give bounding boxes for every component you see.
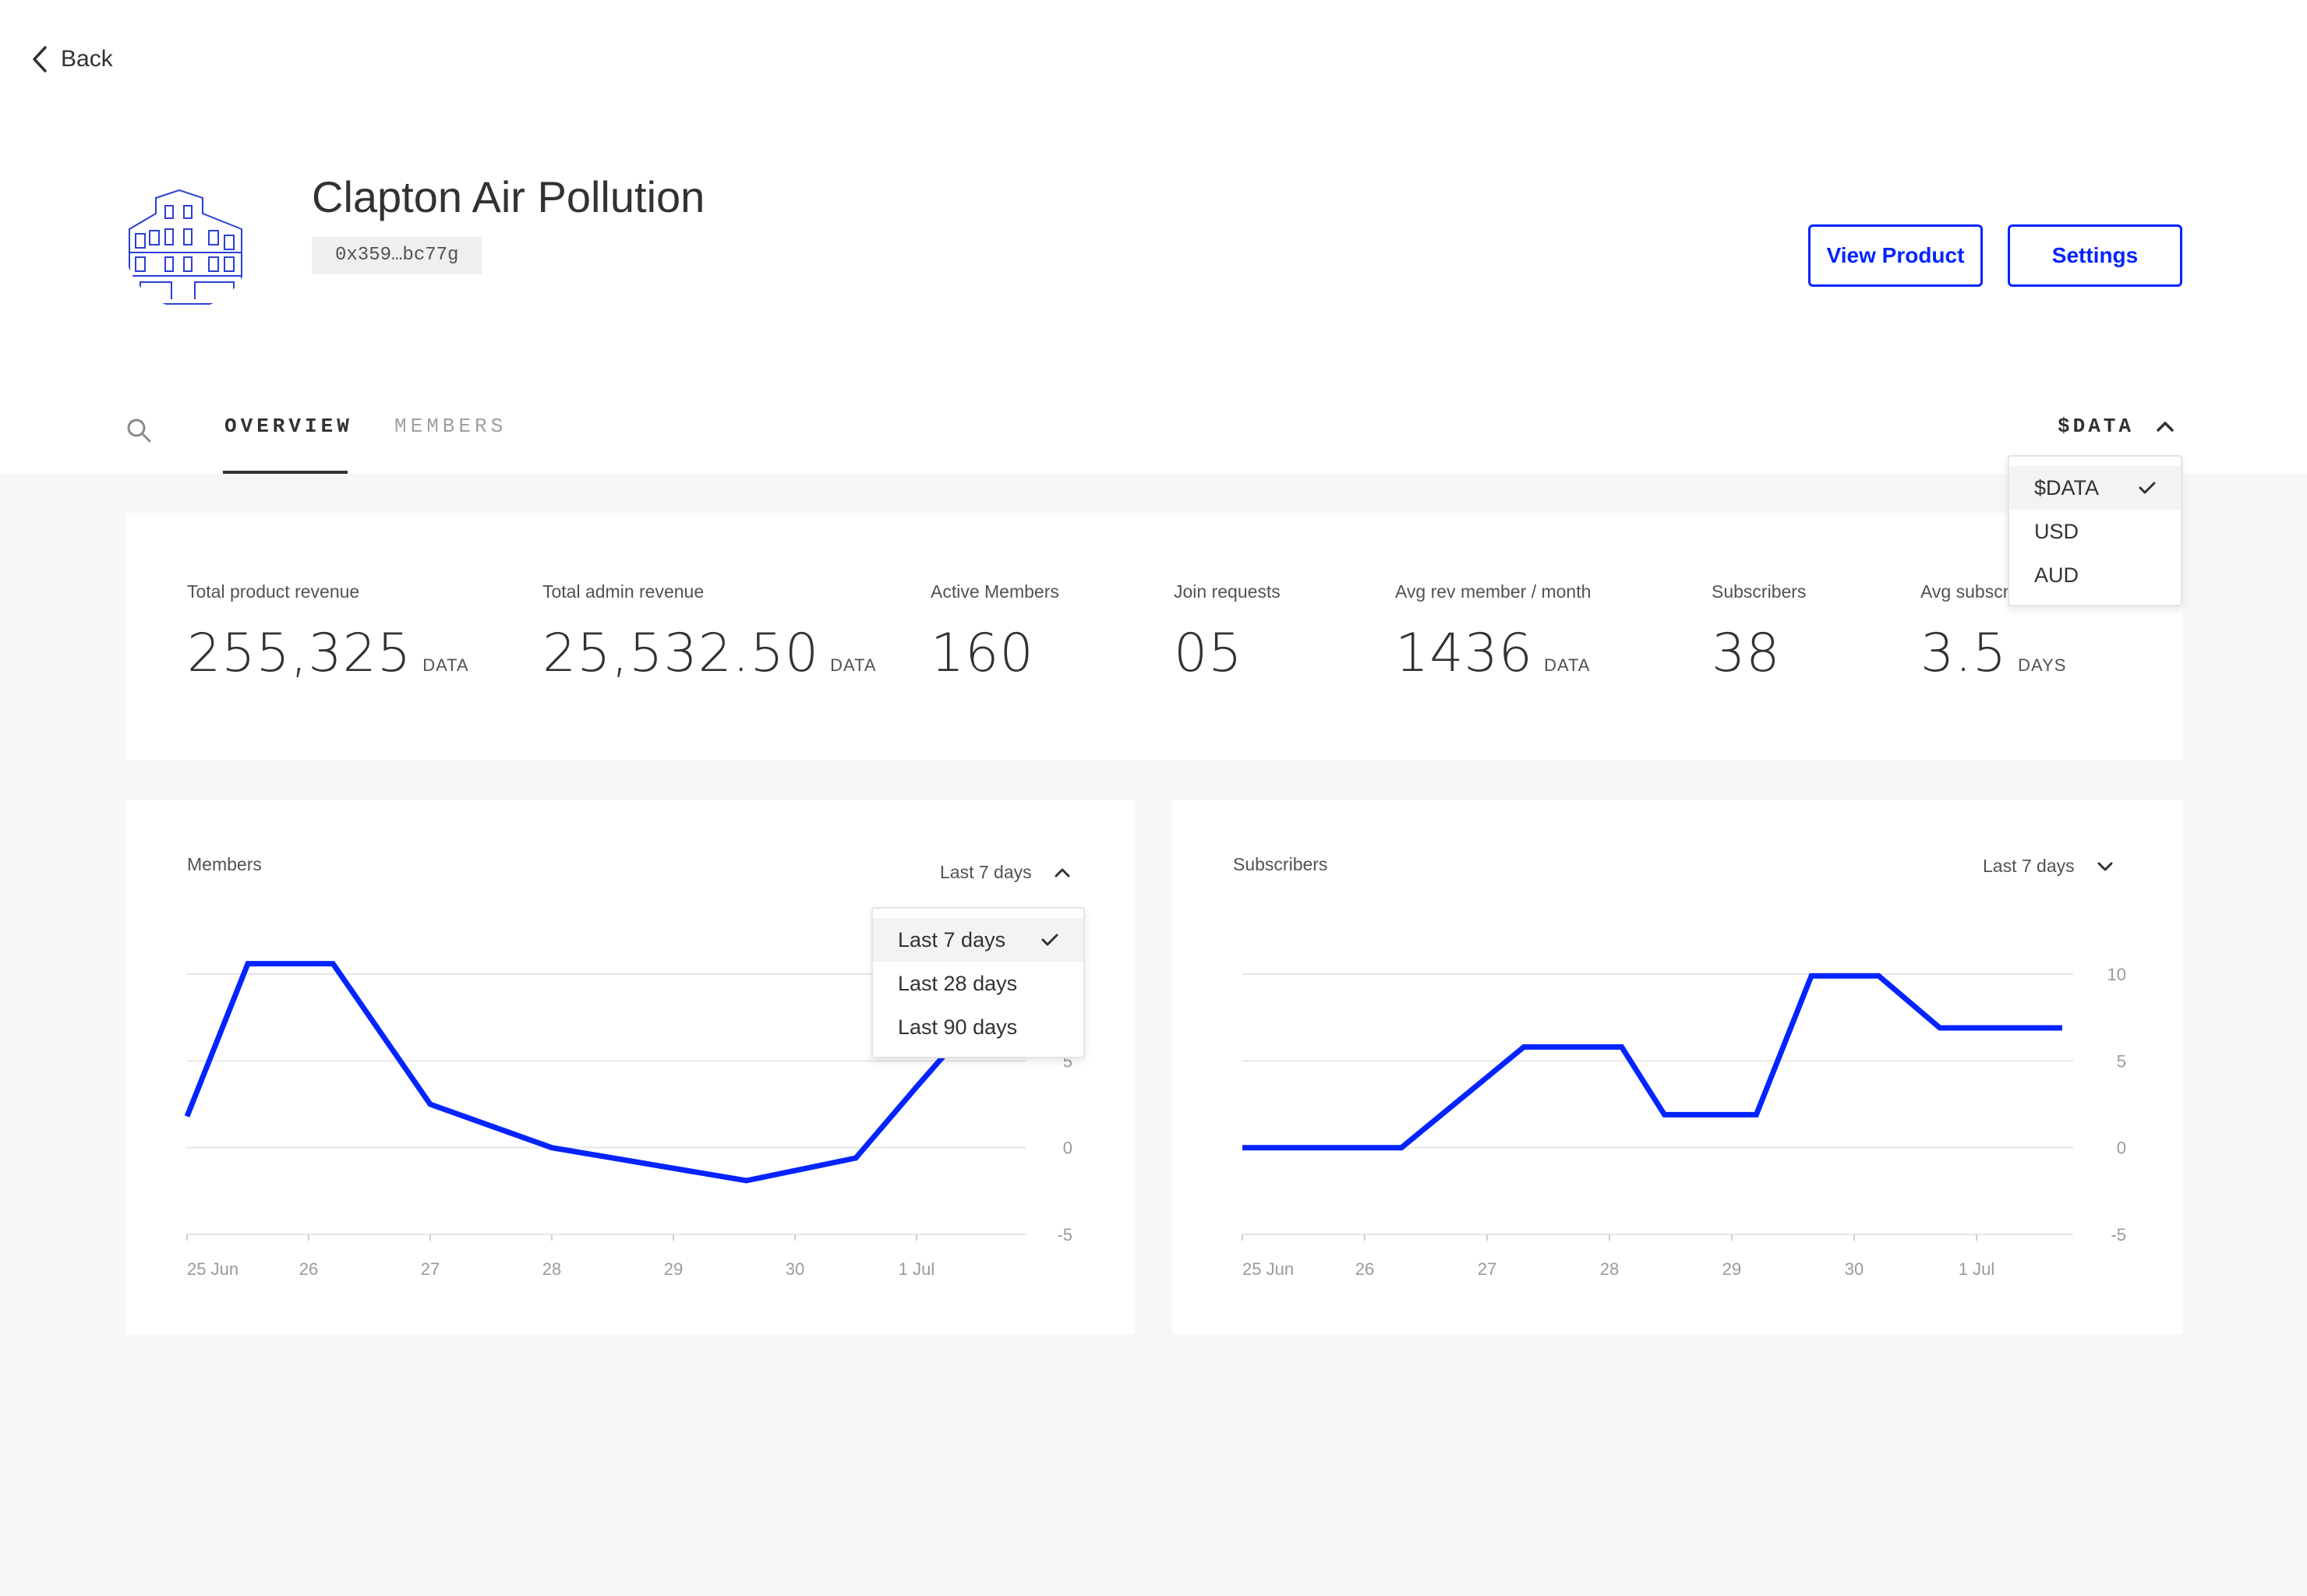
- range-selected-label: Last 7 days: [1983, 856, 2075, 876]
- stat-avg-rev-member: Avg rev member / month 1436 DATA: [1395, 581, 1591, 684]
- chevron-up-icon: [2157, 422, 2174, 432]
- y-tick-label: -5: [1057, 1225, 1072, 1245]
- stat-total-product-revenue: Total product revenue 255,325 DATA: [187, 581, 469, 684]
- range-option-7-days[interactable]: Last 7 days: [873, 918, 1083, 962]
- chevron-down-icon: [2097, 862, 2113, 870]
- checkmark-icon: [1041, 934, 1058, 946]
- option-label: AUD: [2034, 563, 2079, 587]
- x-tick-label: 26: [299, 1259, 318, 1279]
- tab-members[interactable]: MEMBERS: [394, 415, 507, 438]
- stat-label: Active Members: [931, 581, 1059, 602]
- active-tab-indicator: [223, 471, 348, 474]
- stat-join-requests: Join requests 05: [1174, 581, 1281, 684]
- range-selected-label: Last 7 days: [940, 862, 1032, 882]
- y-tick-label: 0: [2117, 1139, 2126, 1158]
- stat-unit: DAYS: [2018, 655, 2067, 675]
- stat-total-admin-revenue: Total admin revenue 25,532.50 DATA: [542, 581, 877, 684]
- stat-unit: DATA: [422, 655, 469, 675]
- currency-selector[interactable]: $DATA: [2058, 415, 2175, 438]
- x-tick-label: 30: [1845, 1259, 1864, 1279]
- currency-option-usd[interactable]: USD: [2009, 510, 2181, 553]
- product-address[interactable]: 0x359…bc77g: [312, 237, 482, 274]
- x-tick-label: 27: [421, 1259, 440, 1279]
- currency-selected-label: $DATA: [2058, 415, 2135, 438]
- back-link[interactable]: Back: [31, 45, 113, 73]
- members-chart-card: 1050-525 Jun26272829301 Jul Members Last…: [126, 800, 1135, 1334]
- stat-value: 1436: [1395, 623, 1534, 684]
- stat-value: 05: [1174, 623, 1243, 684]
- range-option-90-days[interactable]: Last 90 days: [873, 1005, 1083, 1049]
- subscribers-chart: 10 5 0 -5 25 Jun 26 27 28 29 30 1 Jul: [1242, 965, 2126, 1279]
- product-avatar: [125, 182, 251, 309]
- chart-title: Subscribers: [1233, 854, 1328, 874]
- stat-value: 38: [1712, 623, 1781, 684]
- members-range-selector[interactable]: Last 7 days: [940, 862, 1071, 883]
- option-label: Last 28 days: [898, 971, 1018, 995]
- option-label: Last 90 days: [898, 1015, 1018, 1039]
- x-tick-label: 25 Jun: [187, 1259, 238, 1279]
- building-illustration-icon: [125, 189, 251, 305]
- currency-option-aud[interactable]: AUD: [2009, 553, 2181, 597]
- product-title: Clapton Air Pollution: [312, 172, 705, 221]
- option-label: Last 7 days: [898, 927, 1006, 952]
- stat-subscribers: Subscribers 38: [1712, 581, 1806, 684]
- x-tick-label: 29: [1722, 1259, 1741, 1279]
- subscribers-chart-card: 10 5 0 -5 25 Jun 26 27 28 29 30 1 Jul Subscribers …: [1172, 800, 2182, 1334]
- stat-active-members: Active Members 160: [931, 581, 1059, 684]
- x-tick-label: 28: [542, 1259, 561, 1279]
- chart-title: Members: [187, 854, 262, 874]
- stat-label: Join requests: [1174, 581, 1281, 602]
- option-label: $DATA: [2034, 475, 2100, 500]
- stat-value: 3.5: [1920, 623, 2008, 684]
- y-tick-label: -5: [2111, 1225, 2126, 1245]
- stat-label: Total admin revenue: [542, 581, 705, 602]
- chevron-up-icon: [1055, 868, 1070, 877]
- view-product-button[interactable]: View Product: [1808, 224, 1983, 287]
- header-area: Back Clapton Air Pollution 0x359…bc77g V…: [0, 0, 2307, 474]
- back-label: Back: [61, 46, 113, 72]
- x-tick-label: 29: [664, 1259, 683, 1279]
- stat-value: 255,325: [187, 623, 412, 684]
- currency-dropdown: $DATA USD AUD: [2008, 455, 2182, 606]
- y-tick-label: 10: [2107, 965, 2126, 984]
- range-option-28-days[interactable]: Last 28 days: [873, 962, 1083, 1005]
- y-tick-label: 5: [2117, 1051, 2126, 1071]
- stat-value: 160: [931, 623, 1034, 684]
- subscribers-range-selector[interactable]: Last 7 days: [1983, 856, 2114, 877]
- y-tick-label: 0: [1063, 1139, 1072, 1158]
- stat-unit: DATA: [1544, 655, 1591, 675]
- x-tick-label: 28: [1600, 1259, 1619, 1279]
- stat-unit: DATA: [830, 655, 877, 675]
- option-label: USD: [2034, 519, 2079, 543]
- currency-option-data[interactable]: $DATA: [2009, 466, 2181, 510]
- x-tick-label: 25 Jun: [1242, 1259, 1294, 1279]
- stat-value: 25,532.50: [542, 623, 820, 684]
- stat-label: Avg rev member / month: [1395, 581, 1592, 602]
- stat-label: Total product revenue: [187, 581, 360, 602]
- series-line: [1242, 973, 2062, 1151]
- x-tick-label: 1 Jul: [899, 1259, 934, 1279]
- settings-button[interactable]: Settings: [2008, 224, 2182, 287]
- range-dropdown: Last 7 days Last 28 days Last 90 days: [871, 907, 1085, 1058]
- x-tick-label: 27: [1478, 1259, 1496, 1279]
- stats-card: Total product revenue 255,325 DATA Total …: [126, 513, 2182, 761]
- search-icon[interactable]: [125, 416, 153, 444]
- x-tick-label: 1 Jul: [1959, 1259, 1994, 1279]
- tab-overview[interactable]: OVERVIEW: [224, 415, 353, 438]
- x-tick-label: 30: [786, 1259, 804, 1279]
- x-tick-label: 26: [1355, 1259, 1374, 1279]
- stat-label: Subscribers: [1712, 581, 1807, 602]
- checkmark-icon: [2139, 482, 2156, 494]
- chevron-left-icon: [33, 46, 47, 72]
